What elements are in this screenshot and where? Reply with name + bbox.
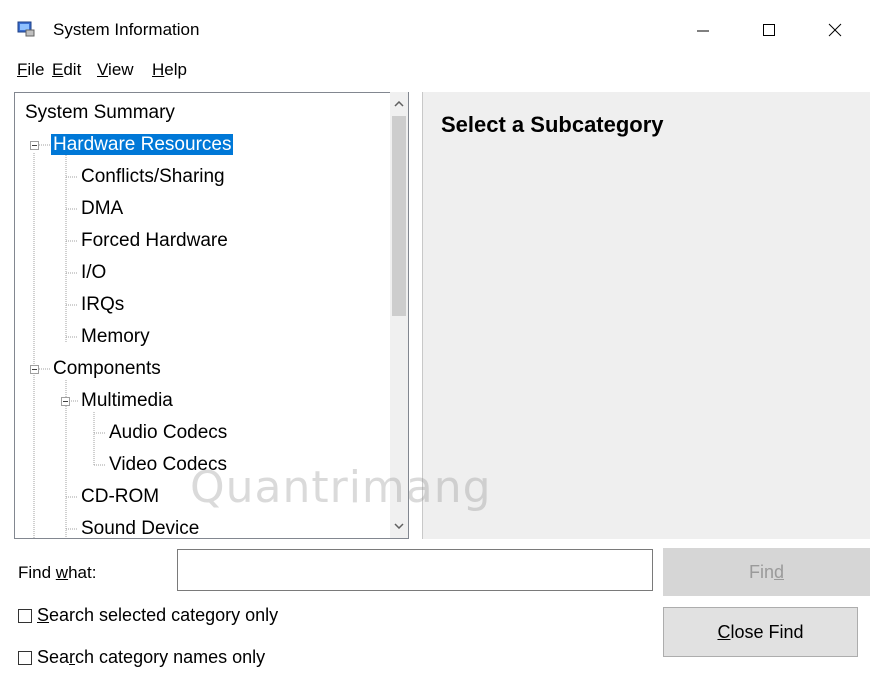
tree-item-dma[interactable]: DMA xyxy=(81,197,123,221)
tree-item-memory[interactable]: Memory xyxy=(81,325,150,349)
tree-item-multimedia[interactable]: Multimedia xyxy=(81,389,173,413)
window-title: System Information xyxy=(53,20,200,39)
menu-file[interactable]: File xyxy=(17,60,44,80)
find-button[interactable]: Fin d xyxy=(663,548,870,596)
scrollbar-thumb[interactable] xyxy=(392,116,406,316)
tree-item-cd-rom[interactable]: CD-ROM xyxy=(81,485,159,509)
title-bar: System Information xyxy=(0,0,870,58)
search-selected-checkbox[interactable] xyxy=(18,608,32,623)
detail-heading: Select a Subcategory xyxy=(441,112,664,137)
tree-item-conflicts-sharing[interactable]: Conflicts/Sharing xyxy=(81,165,225,189)
tree-item-system-summary[interactable]: System Summary xyxy=(25,101,175,125)
tree-item-sound-device[interactable]: Sound Device xyxy=(81,517,199,538)
close-button[interactable] xyxy=(812,8,858,52)
collapse-icon[interactable] xyxy=(30,141,39,150)
tree-item-audio-codecs[interactable]: Audio Codecs xyxy=(109,421,227,445)
search-category-names-option[interactable]: Search category names only xyxy=(18,647,265,668)
tree-item-forced-hardware[interactable]: Forced Hardware xyxy=(81,229,228,253)
find-what-label: Find what: xyxy=(18,563,97,582)
menu-edit[interactable]: Edit xyxy=(52,60,81,80)
collapse-icon[interactable] xyxy=(61,397,70,406)
watermark-logo: Quantrimang xyxy=(190,462,492,513)
minimize-icon xyxy=(697,30,709,32)
search-names-label: Search category names only xyxy=(37,647,266,667)
menu-help[interactable]: Help xyxy=(152,60,187,80)
close-find-button[interactable]: Close Find xyxy=(663,607,858,657)
search-selected-category-option[interactable]: Search selected category only xyxy=(18,605,278,626)
system-info-icon xyxy=(17,21,35,37)
search-selected-label: Search selected category only xyxy=(37,605,279,625)
close-icon xyxy=(828,23,842,37)
maximize-icon xyxy=(763,24,775,36)
menu-view[interactable]: View xyxy=(97,60,134,80)
scroll-up-icon[interactable] xyxy=(390,93,408,115)
menu-bar: File Edit View Help xyxy=(0,58,870,86)
maximize-button[interactable] xyxy=(746,8,792,52)
tree-item-irqs[interactable]: IRQs xyxy=(81,293,124,317)
tree-item-hardware-resources[interactable]: Hardware Resources xyxy=(51,133,234,157)
tree-item-io[interactable]: I/O xyxy=(81,261,106,285)
scroll-down-icon[interactable] xyxy=(390,515,408,537)
tree-item-components[interactable]: Components xyxy=(53,357,161,381)
find-what-input[interactable] xyxy=(177,549,653,591)
minimize-button[interactable] xyxy=(680,8,726,52)
search-names-checkbox[interactable] xyxy=(18,650,32,665)
collapse-icon[interactable] xyxy=(30,365,39,374)
